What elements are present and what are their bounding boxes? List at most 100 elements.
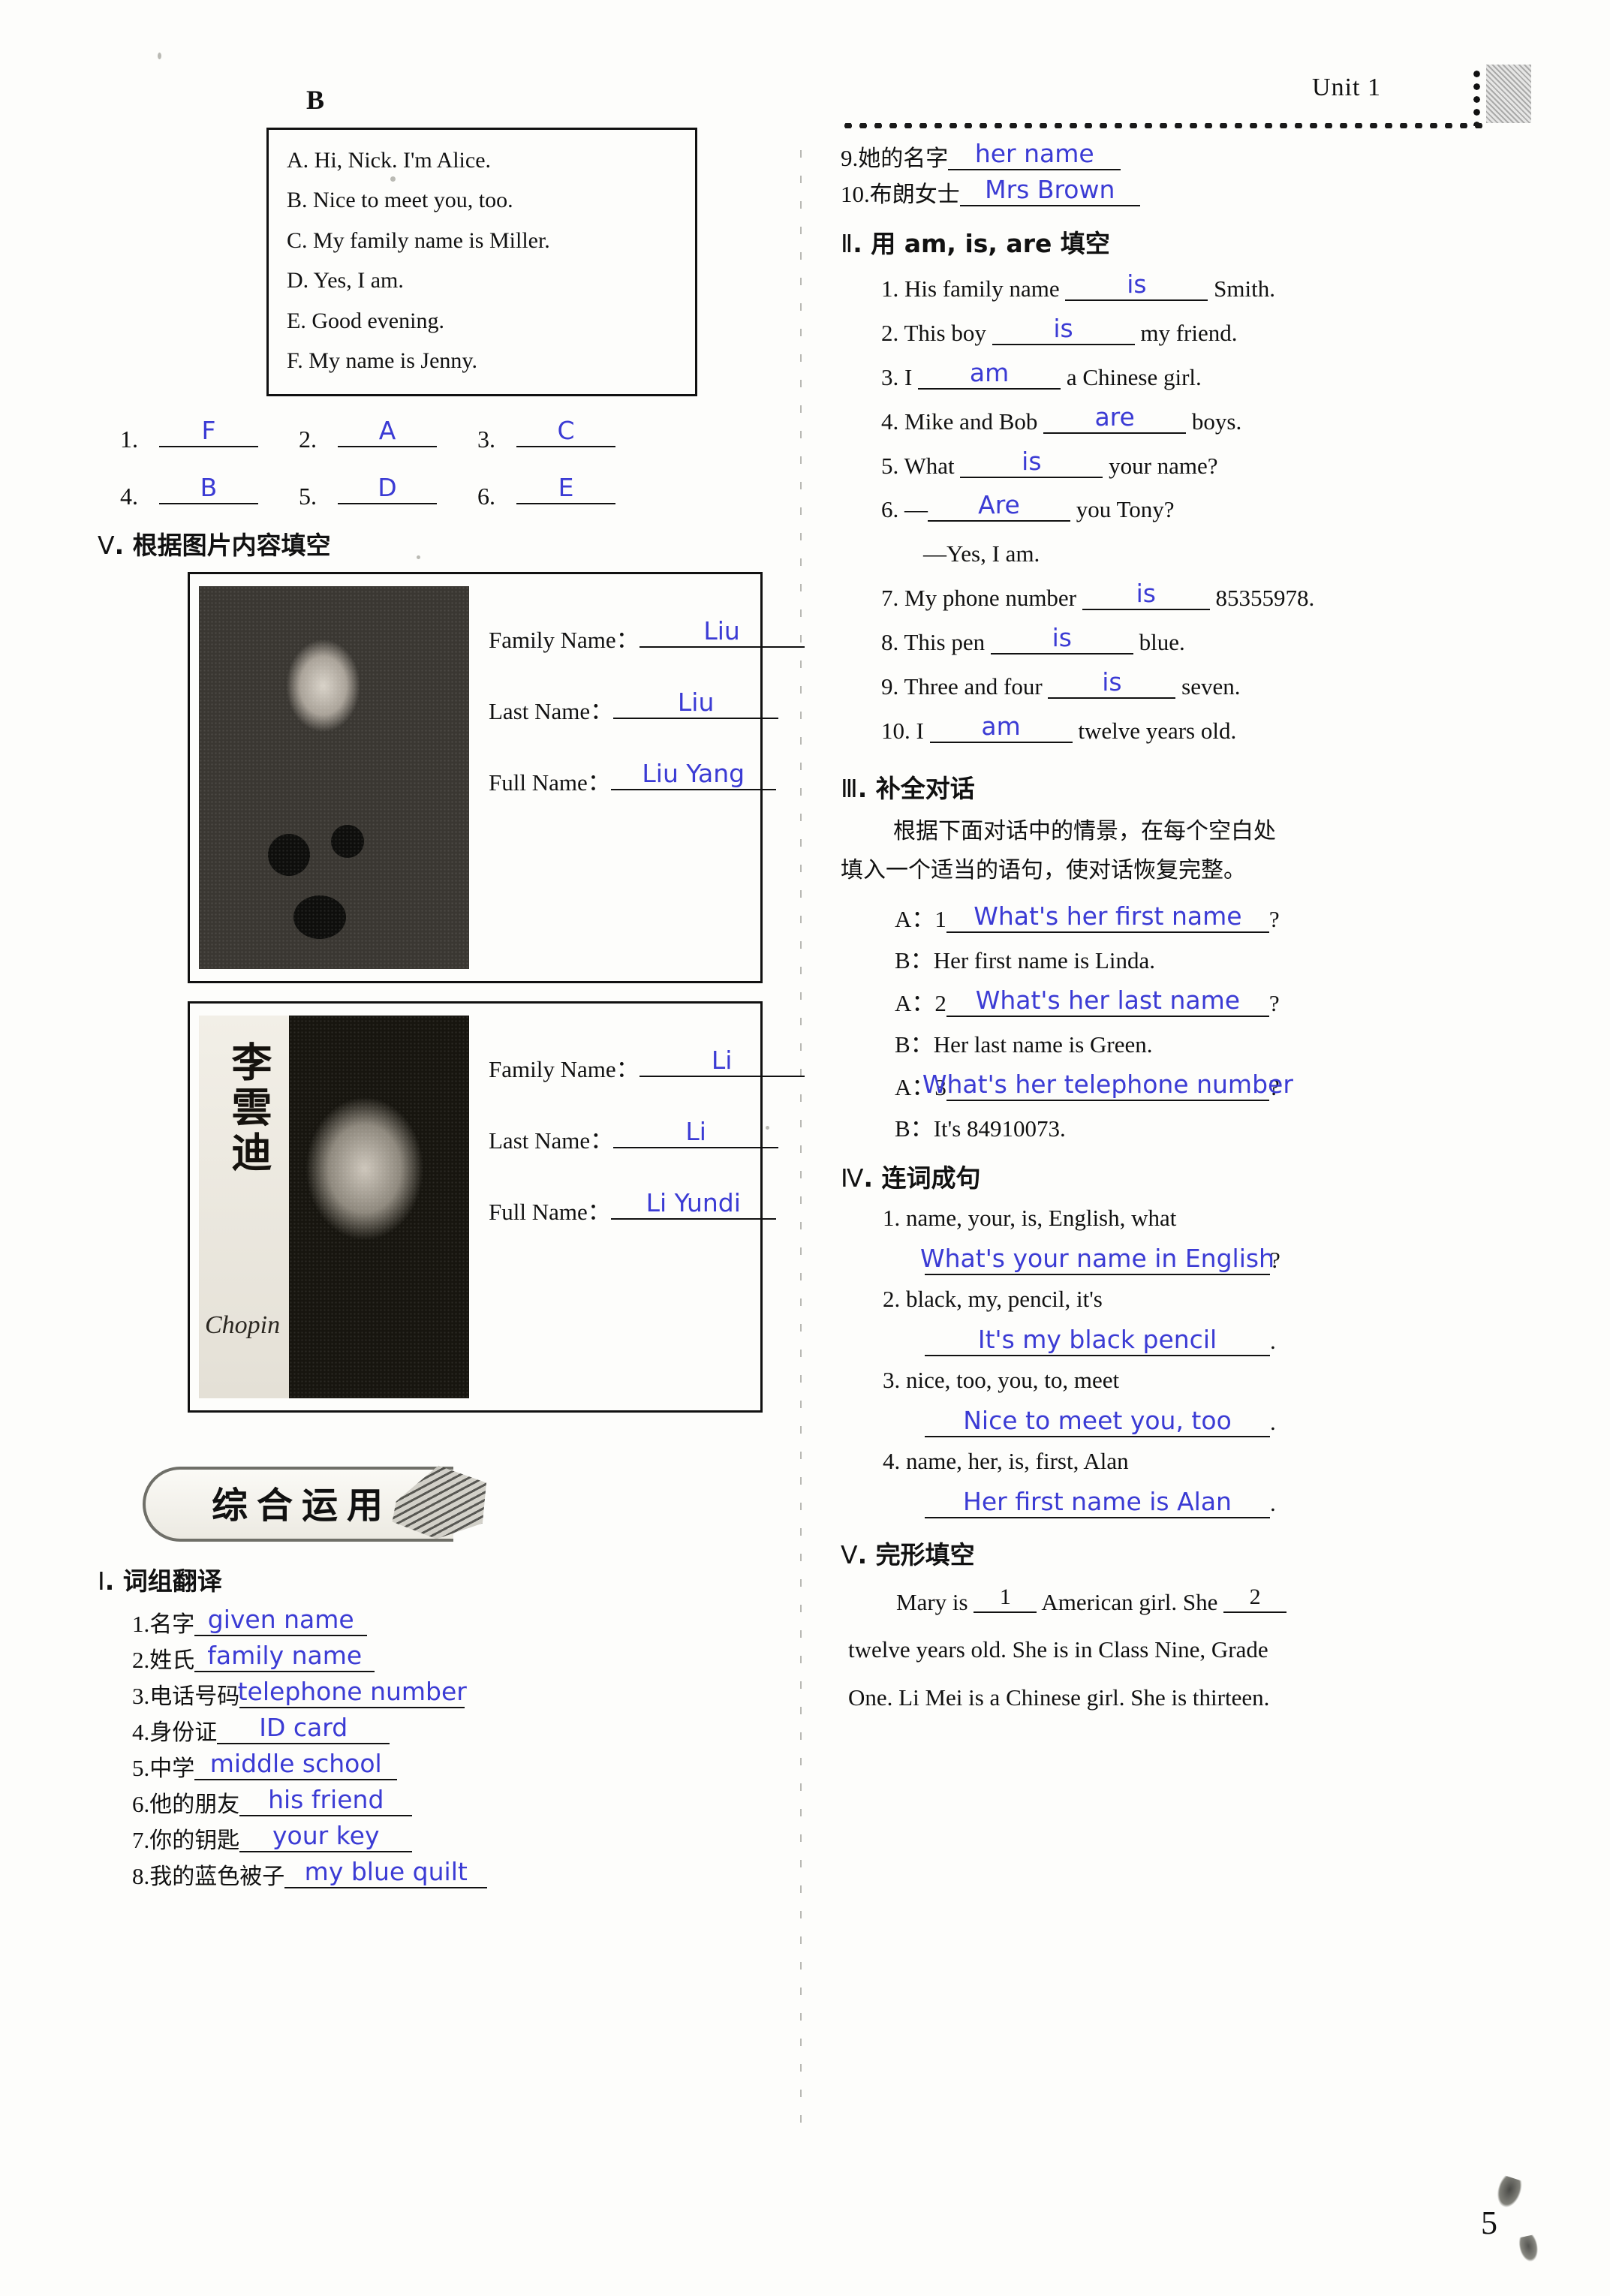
item-number: 6. — [881, 496, 899, 523]
field-blank[interactable]: Li — [613, 1117, 779, 1149]
handwritten-answer: is — [1102, 667, 1122, 697]
answer-blank[interactable]: A — [338, 416, 437, 448]
field-label: Full Name： — [489, 1199, 611, 1226]
section-numeral: Ⅴ — [841, 1542, 858, 1569]
ordering-blank[interactable]: What's your name in English — [920, 1238, 1274, 1275]
astronaut-photo — [199, 586, 469, 970]
ordering-blank[interactable]: Nice to meet you, too — [925, 1400, 1270, 1437]
question-row: 3. I am a Chinese girl. — [881, 356, 1531, 400]
option-e: E. Good evening. — [287, 308, 444, 333]
verb-blank[interactable]: Are — [928, 490, 1070, 522]
item-chinese: 身份证 — [149, 1720, 218, 1747]
answer-blank[interactable]: D — [338, 473, 437, 505]
photo-card-liu-yang: Family Name： Liu Last Name： Liu Full Name：… — [188, 572, 805, 984]
translation-blank[interactable]: her name — [948, 139, 1121, 170]
cloze-blank-number: 2 — [1249, 1584, 1261, 1609]
verb-blank[interactable]: am — [918, 358, 1061, 390]
translation-blank[interactable]: family name — [194, 1641, 375, 1673]
question-row: 10. I am twelve years old. — [881, 709, 1531, 754]
section-iii-instruction-2: 填入一个适当的语句，使对话恢复完整。 — [841, 857, 1246, 884]
section-b-label: B — [305, 85, 324, 115]
dialogue-turn-b1: B：Her first name is Linda. — [895, 941, 1531, 975]
translation-blank[interactable]: your key — [239, 1821, 413, 1853]
handwritten-answer: Li — [685, 1117, 706, 1147]
list-item: 5.中学 middle school — [132, 1749, 788, 1783]
ordering-blank[interactable]: It's my black pencil — [925, 1319, 1270, 1356]
verb-blank[interactable]: are — [1043, 402, 1187, 434]
verb-blank[interactable]: is — [992, 314, 1135, 345]
translation-blank[interactable]: his friend — [239, 1785, 413, 1817]
sentence-punct: . — [1270, 1489, 1276, 1516]
ordering-item: 2. black, my, pencil, it's It's my black… — [883, 1286, 1531, 1356]
field-blank[interactable]: Liu — [639, 618, 805, 648]
dialogue-blank[interactable]: What's her last name — [946, 982, 1269, 1017]
speaker-label: B： — [895, 946, 934, 973]
verb-blank[interactable]: is — [960, 447, 1103, 478]
translation-blank[interactable]: telephone number — [238, 1677, 467, 1709]
cloze-text-line2: twelve years old. She is in Class Nine, … — [848, 1636, 1268, 1663]
dialogue-blank[interactable]: What's her first name — [946, 898, 1269, 933]
field-blank[interactable]: Li — [639, 1047, 805, 1078]
handwritten-answer: Her first name is Alan — [963, 1486, 1232, 1516]
field-blank[interactable]: Li Yundi — [610, 1190, 776, 1220]
sentence-suffix: your name? — [1109, 452, 1218, 479]
item-chinese: 布朗女士 — [869, 182, 960, 208]
verb-blank[interactable]: is — [1048, 667, 1176, 700]
sentence-suffix: a Chinese girl. — [1066, 363, 1202, 390]
sentence-prefix: This boy — [904, 319, 986, 346]
handwritten-answer: B — [200, 473, 218, 503]
dialogue-blank[interactable]: What's her telephone number — [922, 1067, 1293, 1101]
answer-blank[interactable]: C — [516, 416, 615, 448]
handwritten-answer: are — [1094, 402, 1135, 432]
answer-blank[interactable]: F — [159, 416, 258, 448]
field-label: Last Name： — [489, 698, 614, 725]
question-row: 7. My phone number is 85355978. — [881, 576, 1531, 621]
handwritten-answer: Nice to meet you, too — [963, 1405, 1232, 1435]
phrase-translation-continued: 9.她的名字 her name 10.布朗女士 Mrs Brown — [841, 139, 1531, 209]
dialogue-turn-a1: A：1 What's her first name? — [895, 898, 1531, 934]
cloze-blank-1[interactable]: 1 — [974, 1585, 1037, 1613]
dialogue-turn-b2: B：Her last name is Green. — [895, 1025, 1531, 1059]
translation-blank[interactable]: my blue quilt — [284, 1857, 488, 1889]
item-number: 1. — [881, 275, 899, 302]
verb-blank[interactable]: is — [990, 623, 1133, 655]
section-iii-heading: Ⅲ. 补全对话 — [841, 769, 1531, 805]
list-item: 6.他的朋友 his friend — [132, 1785, 788, 1819]
answer-blank[interactable]: E — [516, 473, 615, 505]
list-item: 1.名字 given name — [132, 1605, 788, 1638]
handwritten-answer: It's my black pencil — [977, 1324, 1217, 1354]
list-item: 2.姓氏 family name — [132, 1641, 788, 1675]
sentence-suffix: blue. — [1139, 629, 1185, 656]
section-banner-comprehensive: 综合运用 — [143, 1456, 533, 1546]
handwritten-answer: Liu Yang — [642, 759, 745, 789]
handwritten-answer: Are — [978, 490, 1020, 520]
album-cover-photo: 李雲迪 Chopin — [199, 1016, 469, 1399]
option-c: C. My family name is Miller. — [287, 227, 550, 253]
translation-blank[interactable]: ID card — [217, 1713, 390, 1745]
translation-blank[interactable]: given name — [194, 1605, 368, 1637]
question-row: 5. What is your name? — [881, 444, 1531, 489]
ordering-blank[interactable]: Her first name is Alan — [925, 1481, 1270, 1518]
item-chinese: 她的名字 — [858, 146, 949, 172]
suit-dial-icon — [331, 825, 364, 859]
dialogue-reply: —Yes, I am. — [923, 540, 1040, 567]
verb-blank[interactable]: am — [929, 712, 1073, 743]
answer-blank[interactable]: B — [159, 473, 258, 505]
field-blank[interactable]: Liu — [613, 689, 779, 720]
translation-blank[interactable]: middle school — [194, 1749, 398, 1781]
item-number: 5. — [881, 452, 899, 479]
cloze-blank-2[interactable]: 2 — [1223, 1584, 1287, 1613]
speaker-label: B： — [895, 1115, 934, 1142]
cloze-text-line3: One. Li Mei is a Chinese girl. She is th… — [848, 1684, 1270, 1711]
verb-blank[interactable]: is — [1065, 269, 1208, 301]
handwritten-answer: is — [1053, 313, 1073, 343]
section-b-answer-row-1: 1. F 2. A 3. C — [120, 416, 788, 453]
sentence-suffix: 85355978. — [1215, 585, 1315, 612]
ordering-words: 3. nice, too, you, to, meet — [883, 1367, 1531, 1394]
translation-blank[interactable]: Mrs Brown — [959, 175, 1140, 206]
field-blank[interactable]: Liu Yang — [610, 759, 776, 791]
unit-title: Unit 1 — [1312, 74, 1381, 101]
banner-title: 综合运用 — [212, 1485, 393, 1527]
verb-blank[interactable]: is — [1082, 579, 1210, 611]
item-number: 2. — [883, 1285, 901, 1312]
